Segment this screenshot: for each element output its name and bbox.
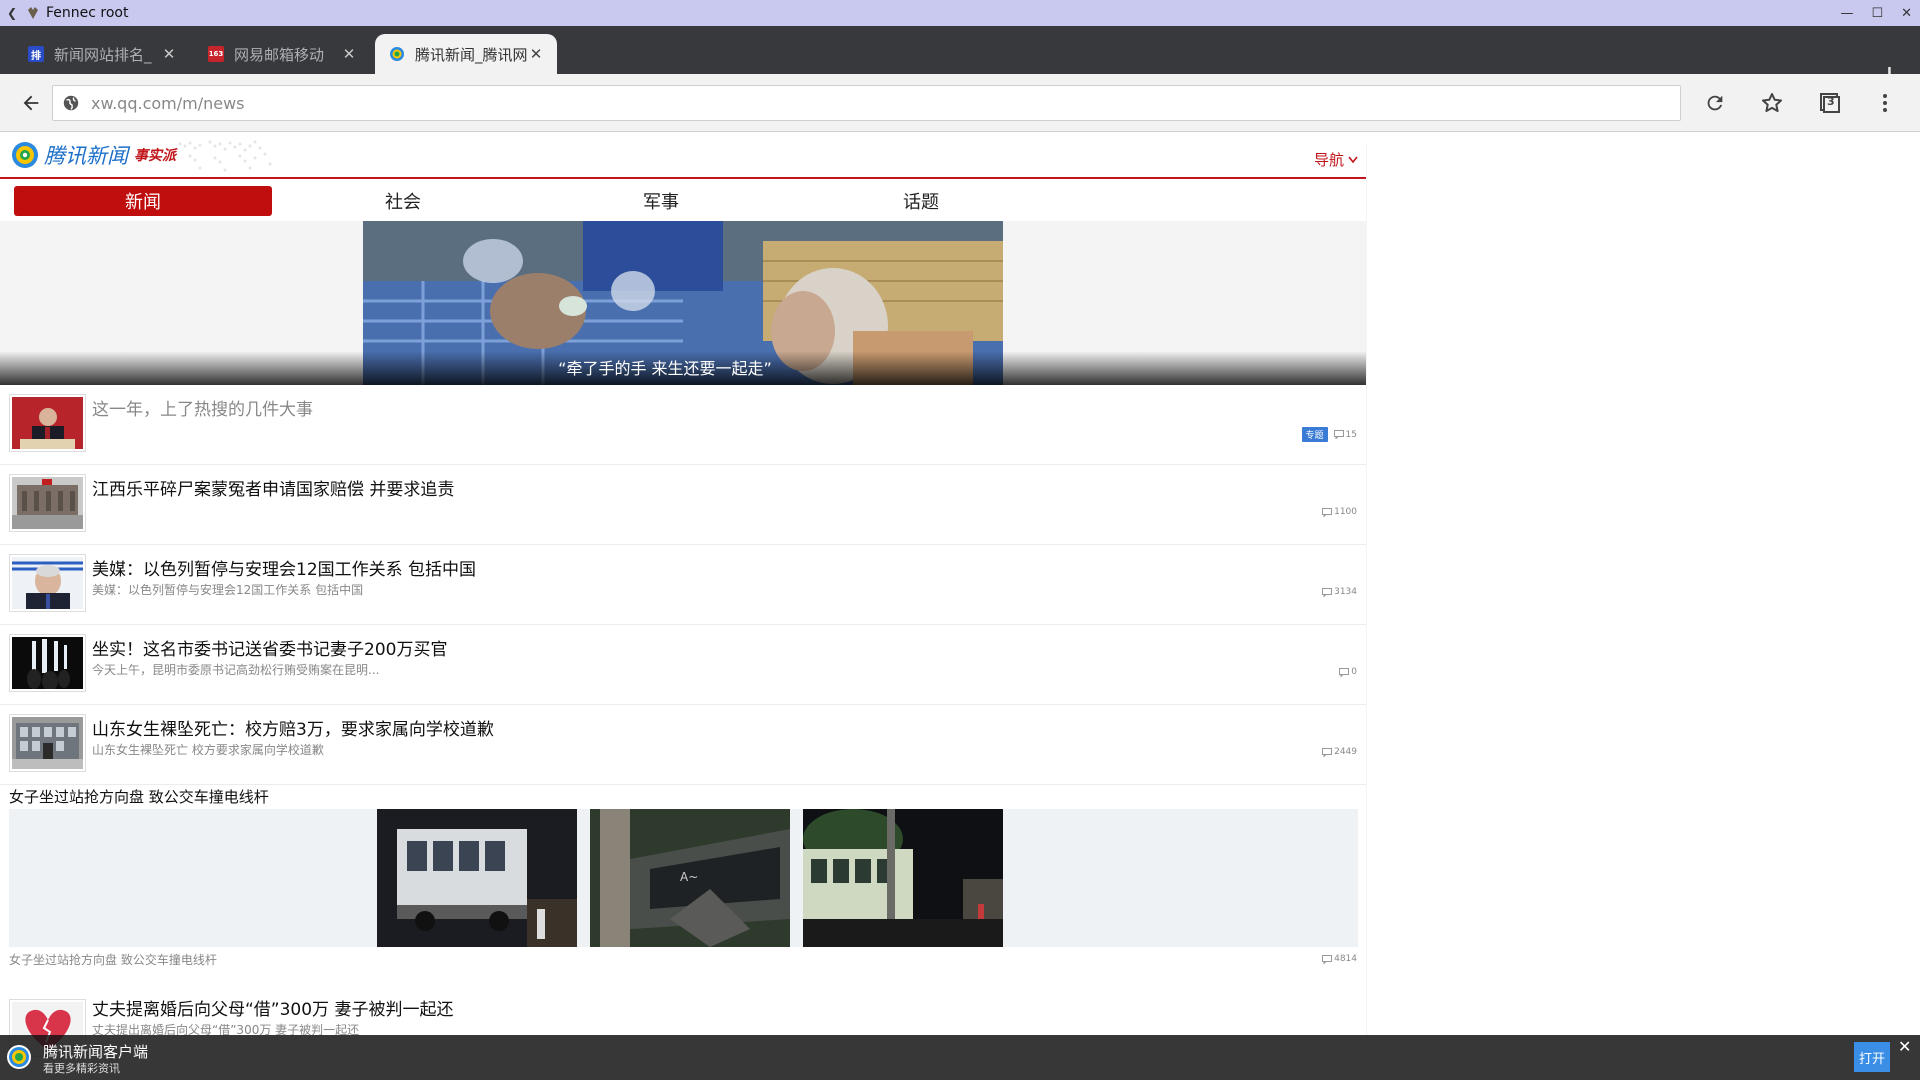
comment-icon: [1322, 954, 1333, 964]
tab-0[interactable]: 排 新闻网站排名_ ✕: [0, 34, 190, 74]
news-thumbnail[interactable]: [9, 474, 86, 532]
address-bar[interactable]: [52, 85, 1681, 121]
chevron-down-icon: [1348, 156, 1358, 163]
banner-subtitle: 看更多精彩资讯: [43, 1062, 120, 1075]
url-input[interactable]: [89, 92, 1680, 114]
menu-kebab-icon[interactable]: [1868, 86, 1902, 120]
tab-label: 腾讯新闻_腾讯网: [415, 45, 527, 64]
news-title[interactable]: 美媒：以色列暂停与安理会12国工作关系 包括中国: [92, 555, 476, 580]
news-subtitle: 山东女生裸坠死亡 校方要求家属向学校道歉: [92, 743, 324, 757]
channel-tab-news[interactable]: 新闻: [14, 186, 272, 216]
page-blank-area: [1366, 143, 1856, 1080]
app-icon: [24, 4, 42, 22]
brand-name: 腾讯新闻: [44, 144, 128, 168]
site-logo[interactable]: 腾讯新闻 事实派: [10, 140, 272, 172]
comment-icon: [1322, 507, 1333, 517]
channel-tabs: 新闻 社会 军事 话题: [0, 181, 1366, 223]
news-title[interactable]: 江西乐平碎尸案蒙冤者申请国家赔偿 并要求追责: [92, 475, 454, 500]
web-page: 腾讯新闻 事实派 导航 新闻 社会 军事 话题 “牵了手的手 来生还要一起走” …: [0, 133, 1920, 1080]
favicon-icon: [389, 46, 405, 62]
comment-icon: [1333, 430, 1344, 439]
topic-badge: 专题: [1301, 427, 1328, 442]
news-thumbnail[interactable]: [9, 554, 86, 612]
tab-count: 3: [1827, 95, 1835, 108]
world-map-icon: [178, 140, 272, 172]
news-title[interactable]: 坐实！这名市委书记送省委书记妻子200万买官: [92, 635, 447, 660]
comment-count: 15: [1333, 430, 1357, 440]
tab-strip: 排 新闻网站排名_ ✕ 163 网易邮箱移动 ✕ 腾讯新闻_腾讯网 ✕ +: [0, 26, 1920, 92]
channel-tab-society[interactable]: 社会: [274, 186, 532, 216]
news-thumbnail[interactable]: [9, 394, 86, 452]
nav-label: 导航: [1313, 151, 1344, 169]
comment-count: 2449: [1322, 747, 1357, 757]
news-item[interactable]: 坐实！这名市委书记送省委书记妻子200万买官 今天上午，昆明市委原书记高劲松行贿…: [0, 625, 1366, 705]
tab-label: 新闻网站排名_: [54, 45, 152, 64]
app-download-banner: 腾讯新闻客户端 看更多精彩资讯 打开 ✕: [0, 1035, 1920, 1080]
browser-toolbar: 3: [0, 74, 1920, 132]
gallery-subtitle: 女子坐过站抢方向盘 致公交车撞电线杆: [9, 953, 217, 967]
news-thumbnail[interactable]: [9, 634, 86, 692]
window-titlebar: ❮ Fennec root — ☐ ✕: [0, 0, 1920, 26]
tab-close-icon[interactable]: ✕: [160, 45, 178, 63]
banner-title: 腾讯新闻客户端: [43, 1043, 149, 1061]
news-title[interactable]: 丈夫提离婚后向父母“借”300万 妻子被判一起还: [92, 995, 453, 1020]
photo-gallery-item[interactable]: 女子坐过站抢方向盘 致公交车撞电线杆 A~ 女子坐过站抢方向盘 致公交车撞电线杆…: [0, 786, 1366, 967]
channel-tab-military[interactable]: 军事: [532, 186, 790, 216]
bookmark-star-icon[interactable]: [1755, 86, 1789, 120]
tab-close-icon[interactable]: ✕: [527, 45, 545, 63]
tab-label: 网易邮箱移动: [234, 45, 325, 64]
channel-tab-topics[interactable]: 话题: [792, 186, 1050, 216]
gallery-photo[interactable]: A~: [590, 809, 790, 947]
hero-banner[interactable]: “牵了手的手 来生还要一起走”: [0, 221, 1366, 385]
news-item[interactable]: 山东女生裸坠死亡：校方赔3万，要求家属向学校道歉 山东女生裸坠死亡 校方要求家属…: [0, 705, 1366, 785]
comment-icon: [1322, 747, 1333, 757]
news-item[interactable]: 江西乐平碎尸案蒙冤者申请国家赔偿 并要求追责 1100: [0, 465, 1366, 545]
news-thumbnail[interactable]: [9, 714, 86, 772]
tencent-news-site: 腾讯新闻 事实派 导航 新闻 社会 军事 话题 “牵了手的手 来生还要一起走” …: [0, 133, 1366, 1080]
close-window-icon[interactable]: ✕: [1901, 6, 1912, 21]
tencent-news-app-icon: [7, 1045, 31, 1069]
comment-count: 1100: [1322, 507, 1357, 517]
news-title[interactable]: 这一年，上了热搜的几件大事: [92, 395, 313, 420]
maximize-icon[interactable]: ☐: [1871, 6, 1883, 21]
news-title[interactable]: 山东女生裸坠死亡：校方赔3万，要求家属向学校道歉: [92, 715, 494, 740]
gallery-title[interactable]: 女子坐过站抢方向盘 致公交车撞电线杆: [9, 786, 269, 807]
gallery-photo[interactable]: [377, 809, 577, 947]
comment-icon: [1322, 587, 1333, 597]
tabs-count-icon[interactable]: 3: [1813, 86, 1847, 120]
comment-count: 0: [1339, 667, 1357, 677]
svg-text:A~: A~: [680, 870, 698, 884]
nav-menu-button[interactable]: 导航: [1314, 149, 1358, 170]
globe-icon: [53, 94, 89, 112]
minimize-icon[interactable]: —: [1840, 6, 1853, 21]
window-title: Fennec root: [46, 5, 129, 21]
news-item[interactable]: 美媒：以色列暂停与安理会12国工作关系 包括中国 美媒：以色列暂停与安理会12国…: [0, 545, 1366, 625]
comment-count: 3134: [1322, 587, 1357, 597]
site-header: 腾讯新闻 事实派 导航: [0, 133, 1366, 179]
back-arrow-icon[interactable]: [14, 86, 48, 120]
hero-caption: “牵了手的手 来生还要一起走”: [558, 359, 772, 378]
gallery-photo[interactable]: [803, 809, 1003, 947]
tencent-globe-icon: [12, 142, 38, 168]
comment-count: 4814: [1322, 954, 1357, 964]
tab-close-icon[interactable]: ✕: [340, 45, 358, 63]
open-app-button[interactable]: 打开: [1854, 1042, 1890, 1072]
tab-2[interactable]: 腾讯新闻_腾讯网 ✕: [375, 34, 557, 74]
favicon-icon: 排: [28, 46, 44, 62]
comment-icon: [1339, 667, 1350, 677]
tab-1[interactable]: 163 网易邮箱移动 ✕: [180, 34, 370, 74]
news-subtitle: 今天上午，昆明市委原书记高劲松行贿受贿案在昆明...: [92, 663, 380, 677]
banner-close-icon[interactable]: ✕: [1898, 1037, 1911, 1056]
news-item[interactable]: 这一年，上了热搜的几件大事 专题 15: [0, 385, 1366, 465]
favicon-icon: 163: [208, 46, 224, 62]
reload-icon[interactable]: [1698, 86, 1732, 120]
titlebar-back-icon[interactable]: ❮: [0, 6, 24, 20]
news-subtitle: 美媒：以色列暂停与安理会12国工作关系 包括中国: [92, 583, 364, 597]
